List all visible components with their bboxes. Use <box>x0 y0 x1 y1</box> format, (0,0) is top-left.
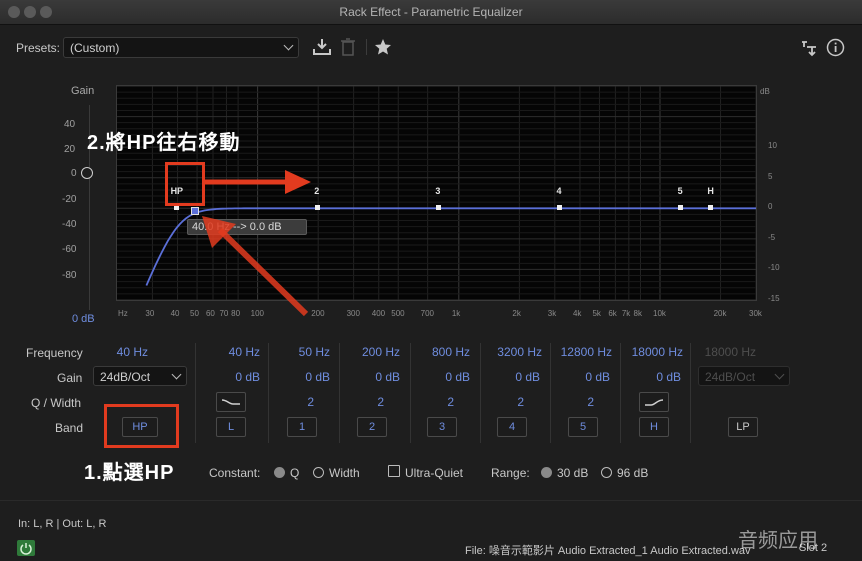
hp-button-highlight-box <box>104 404 179 448</box>
band-4-button[interactable]: 4 <box>497 417 527 437</box>
column-separator <box>480 343 481 443</box>
band-5-frequency-value[interactable]: 12800 Hz <box>556 345 612 359</box>
band-4-gain-value[interactable]: 0 dB <box>490 370 540 384</box>
chevron-down-icon <box>171 369 182 380</box>
band-h-gain-value[interactable]: 0 dB <box>631 370 681 384</box>
band-3-button[interactable]: 3 <box>427 417 457 437</box>
annotation-step-1: 1.點選HP <box>84 462 175 484</box>
column-separator <box>268 343 269 443</box>
gain-row-label: Gain <box>57 371 83 385</box>
annotation-step-2: 2.將HP往右移動 <box>87 132 241 154</box>
eq-node-5[interactable] <box>678 204 684 210</box>
band-1-button[interactable]: 1 <box>287 417 317 437</box>
q-width-row-label: Q / Width <box>31 396 82 410</box>
io-status: In: L, R | Out: L, R <box>18 518 107 530</box>
constant-label: Constant: <box>209 466 261 480</box>
band-1-gain-value[interactable]: 0 dB <box>280 370 330 384</box>
eq-node-label: 3 <box>435 186 441 197</box>
high-shelf-icon <box>645 399 664 406</box>
constant-width-radio[interactable] <box>313 467 324 478</box>
eq-node-label: H <box>707 186 714 197</box>
band-h-frequency-value[interactable]: 18000 Hz <box>627 345 683 359</box>
ultra-quiet-checkbox[interactable] <box>388 465 400 477</box>
lp-slope-value: 24dB/Oct <box>705 370 756 384</box>
watermark: 音频应用 <box>738 530 818 552</box>
column-separator <box>620 343 621 443</box>
hp-drag-handle[interactable] <box>191 207 199 215</box>
range-label: Range: <box>491 466 530 480</box>
band-2-button[interactable]: 2 <box>357 417 387 437</box>
range-96db-radio[interactable] <box>601 467 612 478</box>
hp-slope-value: 24dB/Oct <box>100 370 151 384</box>
frequency-row-label: Frequency <box>26 346 83 360</box>
band-3-gain-value[interactable]: 0 dB <box>420 370 470 384</box>
band-h-button[interactable]: H <box>639 417 669 437</box>
eq-node-4[interactable] <box>556 204 562 210</box>
lp-frequency-value[interactable]: 18000 Hz <box>700 345 756 359</box>
column-separator <box>339 343 340 443</box>
range-96db-label: 96 dB <box>617 466 649 480</box>
lp-slope-dropdown[interactable]: 24dB/Oct <box>698 366 790 386</box>
band-4-q-value[interactable]: 2 <box>490 395 524 409</box>
hp-frequency-value[interactable]: 40 Hz <box>100 345 148 359</box>
band-5-button[interactable]: 5 <box>568 417 598 437</box>
range-30db-radio[interactable] <box>541 467 552 478</box>
constant-q-label: Q <box>290 466 300 480</box>
band-l-shape-button[interactable] <box>216 392 246 412</box>
hp-node-highlight-box <box>165 162 205 206</box>
low-shelf-icon <box>221 399 240 405</box>
eq-node-label: 5 <box>677 186 683 197</box>
lp-band-button[interactable]: LP <box>728 417 758 437</box>
eq-node-h[interactable] <box>707 204 713 210</box>
constant-q-radio[interactable] <box>274 467 285 478</box>
band-1-q-value[interactable]: 2 <box>280 395 314 409</box>
band-l-button[interactable]: L <box>216 417 246 437</box>
file-status: File: 噪音示範影片 Audio Extracted_1 Audio Ext… <box>465 545 751 557</box>
band-l-frequency-value[interactable]: 40 Hz <box>210 345 260 359</box>
eq-node-3[interactable] <box>435 204 441 210</box>
band-l-gain-value[interactable]: 0 dB <box>210 370 260 384</box>
power-icon[interactable] <box>17 540 35 556</box>
column-separator <box>550 343 551 443</box>
band-1-frequency-value[interactable]: 50 Hz <box>280 345 330 359</box>
status-divider <box>0 500 862 501</box>
band-h-shape-button[interactable] <box>639 392 669 412</box>
band-2-q-value[interactable]: 2 <box>350 395 384 409</box>
ultra-quiet-label: Ultra-Quiet <box>405 466 464 480</box>
band-4-frequency-value[interactable]: 3200 Hz <box>488 345 542 359</box>
eq-node-2[interactable] <box>314 204 320 210</box>
drag-right-arrow-icon <box>205 170 311 194</box>
chevron-down-icon <box>774 369 785 380</box>
range-30db-label: 30 dB <box>557 466 589 480</box>
band-2-frequency-value[interactable]: 200 Hz <box>350 345 400 359</box>
band-5-q-value[interactable]: 2 <box>560 395 594 409</box>
hp-slope-dropdown[interactable]: 24dB/Oct <box>93 366 187 386</box>
band-row-label: Band <box>55 421 84 435</box>
band-5-gain-value[interactable]: 0 dB <box>560 370 610 384</box>
column-separator <box>195 343 196 443</box>
column-separator <box>410 343 411 443</box>
band-3-q-value[interactable]: 2 <box>420 395 454 409</box>
eq-node-label: 4 <box>556 186 562 197</box>
pointer-arrow-icon <box>202 216 309 317</box>
constant-width-label: Width <box>329 466 360 480</box>
band-2-gain-value[interactable]: 0 dB <box>350 370 400 384</box>
column-separator <box>690 343 691 443</box>
band-3-frequency-value[interactable]: 800 Hz <box>420 345 470 359</box>
